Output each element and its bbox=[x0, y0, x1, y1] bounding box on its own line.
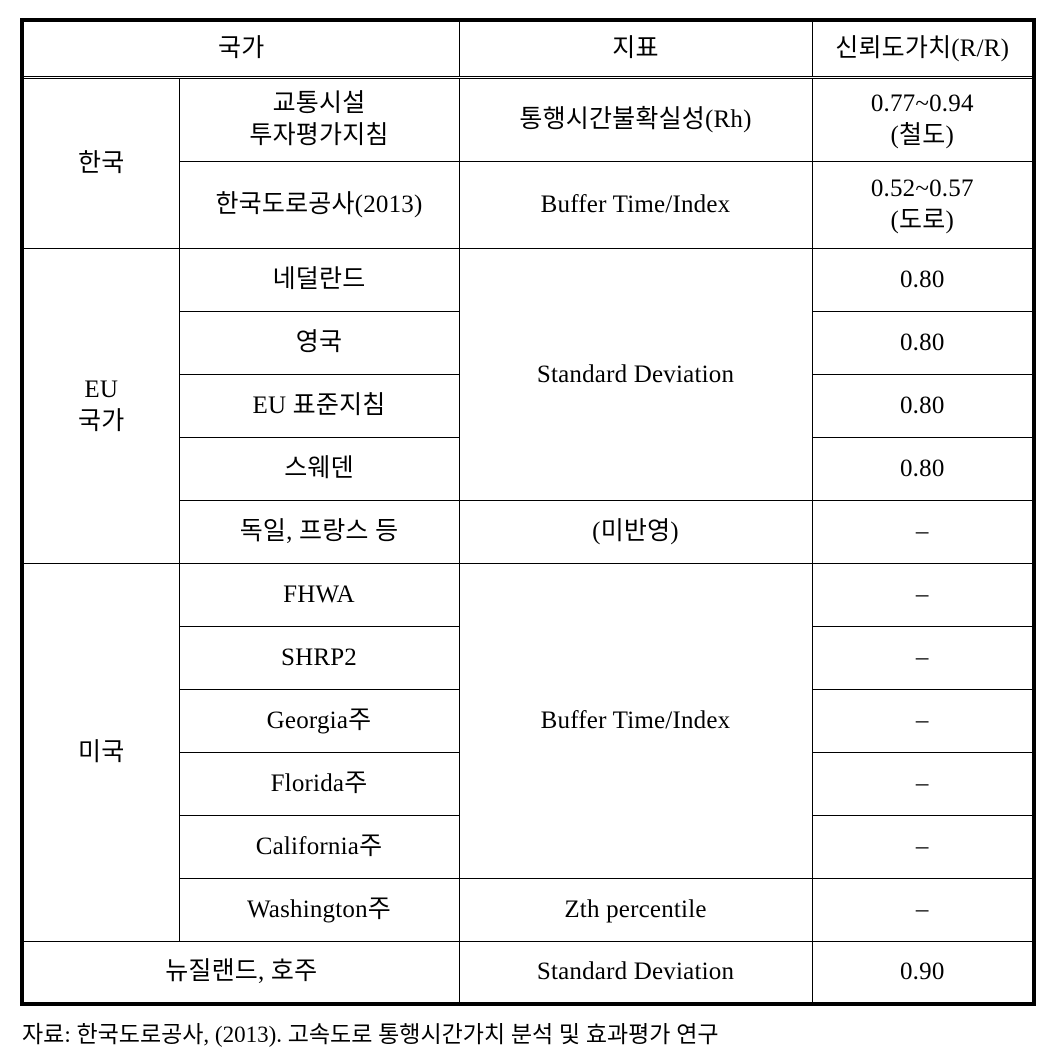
subject-eu-standard-guideline: EU 표준지침 bbox=[178, 374, 460, 438]
header-value: 신뢰도가치(R/R) bbox=[811, 19, 1035, 79]
subject-fhwa: FHWA bbox=[178, 563, 460, 627]
value-washington: – bbox=[811, 878, 1035, 942]
value-korea-guideline: 0.77~0.94 (철도) bbox=[811, 77, 1035, 162]
value-mode: (철도) bbox=[890, 122, 954, 149]
value-netherlands: 0.80 bbox=[811, 248, 1035, 312]
value-california: – bbox=[811, 815, 1035, 879]
subject-netherlands: 네덜란드 bbox=[178, 248, 460, 312]
table-row: EU 국가 네덜란드 Standard Deviation 0.80 bbox=[21, 248, 1035, 564]
subject-line-1: 교통시설 bbox=[272, 90, 366, 117]
header-country: 국가 bbox=[21, 19, 460, 79]
indicator-usa-buffer-time-index: Buffer Time/Index bbox=[458, 563, 813, 879]
value-newzealand-australia: 0.90 bbox=[811, 941, 1035, 1005]
reliability-comparison-table: 국가 지표 신뢰도가치(R/R) 한국 교통시설 투자평가지침 통행시간불확실성… bbox=[20, 18, 1036, 1006]
value-mode: (도로) bbox=[890, 207, 954, 234]
indicator-korea-expressway: Buffer Time/Index bbox=[458, 161, 813, 249]
table-row: 뉴질랜드, 호주 Standard Deviation 0.90 bbox=[21, 941, 1035, 1005]
subject-uk: 영국 bbox=[178, 311, 460, 375]
indicator-korea-guideline: 통행시간불확실성(Rh) bbox=[458, 77, 813, 162]
value-range: 0.52~0.57 bbox=[870, 175, 974, 202]
group-label-korea: 한국 bbox=[21, 77, 180, 249]
source-note: 자료: 한국도로공사, (2013). 고속도로 통행시간가치 분석 및 효과평… bbox=[22, 1022, 719, 1047]
value-eu-standard-guideline: 0.80 bbox=[811, 374, 1035, 438]
group-label-eu-line-2: 국가 bbox=[78, 408, 125, 435]
indicator-not-applied: (미반영) bbox=[458, 500, 813, 564]
table-page: 국가 지표 신뢰도가치(R/R) 한국 교통시설 투자평가지침 통행시간불확실성… bbox=[0, 0, 1054, 1047]
subject-sweden: 스웨덴 bbox=[178, 437, 460, 501]
value-florida: – bbox=[811, 752, 1035, 816]
value-range: 0.77~0.94 bbox=[870, 90, 974, 117]
value-sweden: 0.80 bbox=[811, 437, 1035, 501]
value-shrp2: – bbox=[811, 626, 1035, 690]
subject-florida: Florida주 bbox=[178, 752, 460, 816]
subject-korea-expressway: 한국도로공사(2013) bbox=[178, 161, 460, 249]
value-fhwa: – bbox=[811, 563, 1035, 627]
subject-california: California주 bbox=[178, 815, 460, 879]
subject-washington: Washington주 bbox=[178, 878, 460, 942]
country-newzealand-australia: 뉴질랜드, 호주 bbox=[21, 941, 460, 1005]
table-row: 한국 교통시설 투자평가지침 통행시간불확실성(Rh) 0.77~0.94 (철… bbox=[21, 77, 1035, 249]
value-korea-expressway: 0.52~0.57 (도로) bbox=[811, 161, 1035, 249]
subject-germany-france: 독일, 프랑스 등 bbox=[178, 500, 460, 564]
indicator-eu-standard-deviation: Standard Deviation bbox=[458, 248, 813, 501]
subject-georgia: Georgia주 bbox=[178, 689, 460, 753]
subject-line-2: 투자평가지침 bbox=[249, 122, 389, 149]
group-label-eu-line-1: EU bbox=[84, 376, 119, 403]
indicator-zth-percentile: Zth percentile bbox=[458, 878, 813, 942]
header-indicator: 지표 bbox=[458, 19, 813, 79]
value-germany-france: – bbox=[811, 500, 1035, 564]
value-uk: 0.80 bbox=[811, 311, 1035, 375]
table-row: 미국 FHWA Buffer Time/Index – bbox=[21, 563, 1035, 942]
value-georgia: – bbox=[811, 689, 1035, 753]
group-label-usa: 미국 bbox=[21, 563, 180, 942]
indicator-newzealand-australia: Standard Deviation bbox=[458, 941, 813, 1005]
subject-korea-guideline: 교통시설 투자평가지침 bbox=[178, 77, 460, 162]
group-label-eu: EU 국가 bbox=[21, 248, 180, 564]
table-header-row: 국가 지표 신뢰도가치(R/R) bbox=[21, 19, 1035, 79]
subject-shrp2: SHRP2 bbox=[178, 626, 460, 690]
